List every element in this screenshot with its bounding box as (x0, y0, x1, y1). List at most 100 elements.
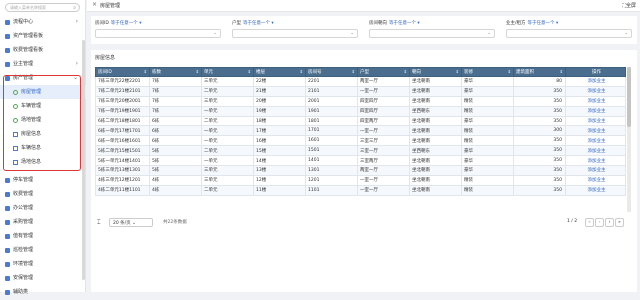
menu-item-fee-board[interactable]: 收费管理看板 (0, 43, 86, 57)
table-row[interactable]: 4栋三单元12楼1201 4栋 三单元 12楼 1201 一室一厅 坐北朝南 精装 350 添加业… (95, 174, 626, 186)
table-row[interactable]: 7栋三单元20楼2001 7栋 三单元 20楼 2001 四室四厅 坐北朝南 精装 350 添加业… (95, 95, 626, 107)
col-room-no[interactable]: 房间号 ⇕ (305, 67, 358, 77)
table-cell: 350 (513, 95, 566, 107)
table-cell: 12楼 (253, 174, 306, 186)
menu-item-assist[interactable]: 辅助类 (0, 285, 86, 299)
table-cell: 三单元 (201, 174, 254, 186)
table-cell: 5栋二单元15楼1501 (95, 145, 150, 157)
table-row[interactable]: 6栋一单元16楼1601 6栋 一单元 16楼 1601 三室三厅 坐北朝南 精装 350 添加业… (95, 135, 626, 147)
add-owner-link[interactable]: 添加业主 (565, 76, 626, 87)
col-unit[interactable]: 单元 ⇕ (201, 67, 254, 77)
table-cell: 二单元 (201, 115, 254, 127)
col-house-type[interactable]: 户型 ⇕ (357, 67, 410, 77)
table-row[interactable]: 6栋二单元18楼1801 6栋 二单元 18楼 1801 四室两厅 坐北朝南 豪华 350 添加业… (95, 115, 626, 127)
col-area[interactable]: 建筑面积 ⇕ (513, 67, 566, 77)
table-cell: 精装 (461, 95, 514, 107)
table-cell: 22楼 (253, 76, 306, 87)
close-icon[interactable]: × (92, 1, 97, 8)
col-room-id[interactable]: 房间ID ⇕ (95, 67, 150, 77)
add-owner-link[interactable]: 添加业主 (565, 155, 626, 167)
menu-item-fee[interactable]: 收费管理 (0, 187, 86, 201)
sort-icon[interactable]: ⇕ (144, 69, 147, 74)
table-row[interactable]: 5栋三单元13楼1301 5栋 三单元 13楼 1301 两室一厅 坐北朝南 豪华 350 添加业… (95, 165, 626, 176)
first-page-button[interactable]: « (585, 218, 594, 227)
table-cell: 6栋 (149, 115, 202, 127)
sort-icon[interactable]: ⇕ (248, 69, 251, 74)
house-type-select[interactable]: ⌄ (232, 29, 358, 38)
menu-item-security[interactable]: 安保管理 (0, 271, 86, 285)
tab-house-manage[interactable]: 房屋管理 (100, 2, 120, 9)
table-row[interactable]: 4栋二单元11楼1101 4栋 二单元 11楼 1101 一室一厅 坐北朝南 精装 350 添加业… (95, 184, 626, 196)
flow-icon (5, 19, 10, 25)
add-owner-link[interactable]: 添加业主 (565, 135, 626, 147)
col-building[interactable]: 栋数 ⇕ (149, 67, 202, 77)
table-row[interactable]: 7栋三单元22楼2201 7栋 三单元 22楼 2201 两室一厅 坐北朝南 豪华 80 添加业主 (95, 76, 626, 87)
table-cell: 15楼 (253, 145, 306, 157)
room-id-select[interactable]: ⌄ (95, 29, 221, 38)
table-row[interactable]: 5栋一单元14楼1401 5栋 一单元 14楼 1401 三室两厅 坐北朝南 豪华 350 添加业… (95, 155, 626, 167)
search-icon[interactable]: ⌕ (73, 5, 76, 11)
fullscreen-button[interactable]: ⛶全屏 (622, 2, 636, 9)
col-orientation[interactable]: 朝向 ⇕ (409, 67, 462, 77)
table-footer: ⌶ 20 条/页 ⌄ 共22条数据 1 / 2 « ‹ › » (95, 216, 631, 230)
menu-item-flow-center[interactable]: 流程中心 › (0, 15, 86, 29)
sort-icon[interactable]: ⇕ (352, 69, 355, 74)
sidebar-scrollbar[interactable] (82, 40, 85, 280)
add-owner-link[interactable]: 添加业主 (565, 125, 626, 137)
add-owner-link[interactable]: 添加业主 (565, 145, 626, 157)
table-scrollbar[interactable] (627, 67, 631, 212)
table-row[interactable]: 7栋一单元19楼1901 7栋 一单元 19楼 1901 四室四厅 坐西朝东 精装 350 添加业… (95, 105, 626, 117)
sort-icon[interactable]: ⇕ (404, 69, 407, 74)
orientation-select[interactable]: ⌄ (369, 29, 495, 38)
menu-item-parking[interactable]: 停车管理 (0, 173, 86, 187)
filter-operator-dropdown[interactable]: 等于任意一个 ▾ (243, 21, 274, 26)
purchase-icon (5, 219, 10, 225)
table-cell: 三单元 (201, 76, 254, 87)
page-size-select[interactable]: 20 条/页 ⌄ (109, 218, 153, 227)
add-owner-link[interactable]: 添加业主 (565, 85, 626, 97)
sort-icon[interactable]: ⇕ (456, 69, 459, 74)
filter-house-type: 户型 等于任意一个 ▾ ⌄ (232, 20, 358, 38)
table-cell: 5栋 (149, 165, 202, 176)
add-owner-link[interactable]: 添加业主 (565, 95, 626, 107)
menu-item-office[interactable]: 办公管理 (0, 201, 86, 215)
add-owner-link[interactable]: 添加业主 (565, 174, 626, 186)
sort-icon[interactable]: ⇕ (508, 69, 511, 74)
menu-item-owner-manage[interactable]: 业主管理 › (0, 57, 86, 71)
security-icon (5, 275, 10, 281)
prev-page-button[interactable]: ‹ (595, 218, 604, 227)
add-owner-link[interactable]: 添加业主 (565, 165, 626, 176)
add-owner-link[interactable]: 添加业主 (565, 184, 626, 196)
filter-operator-dropdown[interactable]: 等于任意一个 ▾ (528, 21, 559, 26)
menu-item-duty[interactable]: 值有管理 (0, 229, 86, 243)
filter-operator-dropdown[interactable]: 等于任意一个 ▾ (111, 21, 142, 26)
sort-icon[interactable]: ⇕ (196, 69, 199, 74)
add-owner-link[interactable]: 添加业主 (565, 105, 626, 117)
next-page-button[interactable]: › (605, 218, 614, 227)
sort-icon[interactable]: ⇕ (560, 69, 563, 74)
table-cell: 350 (513, 145, 566, 157)
table-cell: 7栋 (149, 76, 202, 87)
table-cell: 二单元 (201, 184, 254, 196)
column-settings-icon[interactable]: ⌶ (97, 219, 101, 227)
last-page-button[interactable]: » (615, 218, 624, 227)
menu-item-inspection[interactable]: 巡检管理 (0, 243, 86, 257)
owner-tenant-select[interactable]: ⌄ (506, 29, 632, 38)
menu-item-environment[interactable]: 环境管理 (0, 257, 86, 271)
table-cell: 精装 (461, 125, 514, 137)
sort-icon[interactable]: ⇕ (300, 69, 303, 74)
table-row[interactable]: 5栋二单元15楼1501 5栋 二单元 15楼 1501 三室一厅 坐西朝东 豪华 350 添加业… (95, 145, 626, 157)
chevron-right-icon: › (75, 18, 78, 25)
col-floor[interactable]: 楼层 ⇕ (253, 67, 306, 77)
filter-owner-tenant: 业主/租方 等于任意一个 ▾ ⌄ (506, 20, 632, 38)
table-cell: 6栋一单元17楼1701 (95, 125, 150, 137)
menu-search-input[interactable]: 请输入菜单名称搜索 ⌕ (5, 3, 80, 12)
table-row[interactable]: 7栋二单元21楼2101 7栋 二单元 21楼 2101 一室一厅 坐北朝南 豪华 350 添加业… (95, 85, 626, 97)
add-owner-link[interactable]: 添加业主 (565, 115, 626, 127)
table-cell: 二单元 (201, 145, 254, 157)
menu-item-purchase[interactable]: 采购管理 (0, 215, 86, 229)
menu-item-asset-board[interactable]: 资产管理看板 (0, 29, 86, 43)
table-row[interactable]: 6栋一单元17楼1701 6栋 一单元 17楼 1701 一室一厅 坐北朝南 精装 300 添加业… (95, 125, 626, 137)
col-decoration[interactable]: 装修 ⇕ (461, 67, 514, 77)
filter-operator-dropdown[interactable]: 等于任意一个 ▾ (389, 21, 420, 26)
